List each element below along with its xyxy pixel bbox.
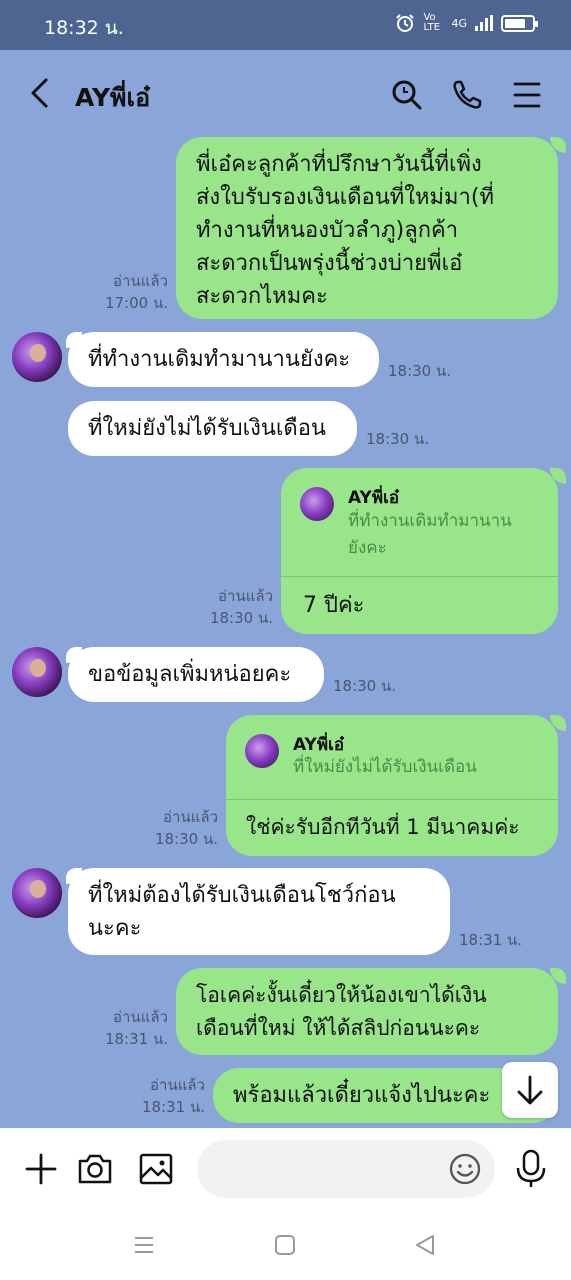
quote-line: ที่ทำงานเดิมทำมานาน: [348, 511, 512, 531]
chat-title[interactable]: AYพี่เอ๋: [75, 78, 150, 118]
recent-apps-icon[interactable]: [133, 1234, 155, 1256]
read-receipt: อ่านแล้ว: [150, 1076, 205, 1094]
message-line: โอเคค่ะงั้นเดี๋ยวให้น้องเขาได้เงิน: [196, 983, 487, 1007]
message-line: สะดวกเป็นพรุ่งนี้ช่วงบ่ายพี่เอ๋: [196, 251, 463, 276]
phone-icon[interactable]: [450, 78, 484, 112]
outgoing-message[interactable]: พี่เอ๋คะลูกค้าที่ปรึกษาวันนี้ที่เพิ่ง ส่…: [176, 137, 558, 319]
message-time: 18:30 น.: [209, 609, 273, 627]
reply-avatar: [245, 734, 279, 768]
message-time: 18:31 น.: [459, 931, 523, 949]
message-line: ที่ใหม่ต้องได้รับเงินเดือนโชว์ก่อน: [88, 883, 396, 908]
search-icon[interactable]: [390, 78, 424, 112]
reply-divider: [281, 576, 558, 577]
message-meta: อ่านแล้ว 18:30 น.: [205, 585, 273, 629]
message-text: พร้อมแล้วเดี๋ยวแจ้งไปนะคะ: [233, 1083, 491, 1108]
incoming-message[interactable]: ขอข้อมูลเพิ่มหน่อยคะ: [68, 647, 324, 702]
message-time: 18:30 น.: [366, 430, 430, 448]
message-line: เดือนที่ใหม่ ให้ได้สลิปก่อนนะคะ: [196, 1016, 481, 1040]
message-time: 18:30 น.: [154, 830, 218, 848]
message-time: 18:31 น.: [104, 1030, 168, 1048]
status-icons: Vo LTE 4G: [395, 12, 538, 33]
read-receipt: อ่านแล้ว: [113, 1008, 168, 1026]
message-meta: อ่านแล้ว 18:31 น.: [137, 1074, 205, 1118]
read-receipt: อ่านแล้ว: [163, 808, 218, 826]
incoming-message[interactable]: ที่ทำงานเดิมทำมานานยังคะ: [68, 332, 379, 387]
message-text: ใช่ค่ะรับอีกทีวันที่ 1 มีนาคมค่ะ: [246, 815, 520, 839]
chat-header: AYพี่เอ๋: [0, 50, 571, 140]
arrow-down-icon: [517, 1075, 543, 1105]
outgoing-message[interactable]: โอเคค่ะงั้นเดี๋ยวให้น้องเขาได้เงิน เดือน…: [176, 968, 558, 1055]
message-meta: อ่านแล้ว 17:00 น.: [100, 270, 168, 314]
message-input[interactable]: [197, 1140, 495, 1198]
camera-icon[interactable]: [77, 1151, 113, 1187]
message-text: 7 ปีค่ะ: [303, 593, 365, 618]
incoming-message[interactable]: ที่ใหม่ต้องได้รับเงินเดือนโชว์ก่อน นะคะ: [68, 868, 450, 955]
quote-line: ยังคะ: [348, 538, 387, 558]
read-receipt: อ่านแล้ว: [218, 587, 273, 605]
alarm-icon: [396, 14, 415, 32]
message-meta: อ่านแล้ว 18:30 น.: [150, 806, 218, 850]
message-line: ส่งใบรับรองเงินเดือนที่ใหม่มา(ที่: [196, 185, 494, 210]
system-navigation-bar: [0, 1212, 571, 1280]
message-line: สะดวกไหมคะ: [196, 284, 328, 309]
message-text: ขอข้อมูลเพิ่มหน่อยคะ: [88, 662, 292, 687]
outgoing-reply-message[interactable]: AYพี่เอ๋ ที่ใหม่ยังไม่ได้รับเงินเดือน ใช…: [226, 715, 558, 856]
incoming-message[interactable]: ที่ใหม่ยังไม่ได้รับเงินเดือน: [68, 401, 357, 456]
emoji-icon[interactable]: [448, 1152, 482, 1186]
plus-icon[interactable]: [24, 1152, 58, 1186]
read-receipt: อ่านแล้ว: [113, 272, 168, 290]
avatar[interactable]: [12, 868, 62, 918]
network-label: 4G: [451, 16, 467, 30]
volte-label: Vo LTE: [423, 12, 441, 33]
battery-icon: [501, 14, 538, 32]
home-icon[interactable]: [274, 1234, 296, 1256]
message-line: นะคะ: [88, 916, 142, 941]
message-text: ที่ทำงานเดิมทำมานานยังคะ: [88, 347, 351, 372]
avatar[interactable]: [12, 332, 62, 382]
back-icon[interactable]: [26, 76, 56, 110]
avatar[interactable]: [12, 647, 62, 697]
message-time: 18:30 น.: [333, 677, 397, 695]
message-input-bar: [0, 1128, 571, 1212]
message-line: พี่เอ๋คะลูกค้าที่ปรึกษาวันนี้ที่เพิ่ง: [196, 152, 482, 177]
signal-icon: [475, 15, 493, 31]
reply-avatar: [300, 487, 334, 521]
message-text: ที่ใหม่ยังไม่ได้รับเงินเดือน: [88, 416, 326, 441]
status-bar: 18:32 น. Vo LTE 4G: [0, 0, 571, 50]
reply-quote: ที่ใหม่ยังไม่ได้รับเงินเดือน: [293, 754, 477, 781]
message-time: 18:31 น.: [141, 1098, 205, 1116]
status-time: 18:32 น.: [44, 17, 124, 39]
reply-divider: [226, 799, 558, 800]
nav-back-icon[interactable]: [414, 1234, 436, 1256]
message-line: ทำงานที่หนองบัวลำภู)ลูกค้า: [196, 218, 459, 243]
menu-icon[interactable]: [512, 78, 542, 112]
image-icon[interactable]: [138, 1151, 174, 1187]
microphone-icon[interactable]: [513, 1148, 549, 1190]
message-meta: อ่านแล้ว 18:31 น.: [100, 1006, 168, 1050]
reply-quote: ที่ทำงานเดิมทำมานาน ยังคะ: [348, 508, 512, 562]
message-time: 17:00 น.: [104, 294, 168, 312]
quote-line: ที่ใหม่ยังไม่ได้รับเงินเดือน: [293, 757, 477, 777]
outgoing-reply-message[interactable]: AYพี่เอ๋ ที่ทำงานเดิมทำมานาน ยังคะ 7 ปีค…: [281, 468, 558, 634]
message-time: 18:30 น.: [388, 362, 452, 380]
scroll-to-bottom-button[interactable]: [502, 1062, 558, 1118]
